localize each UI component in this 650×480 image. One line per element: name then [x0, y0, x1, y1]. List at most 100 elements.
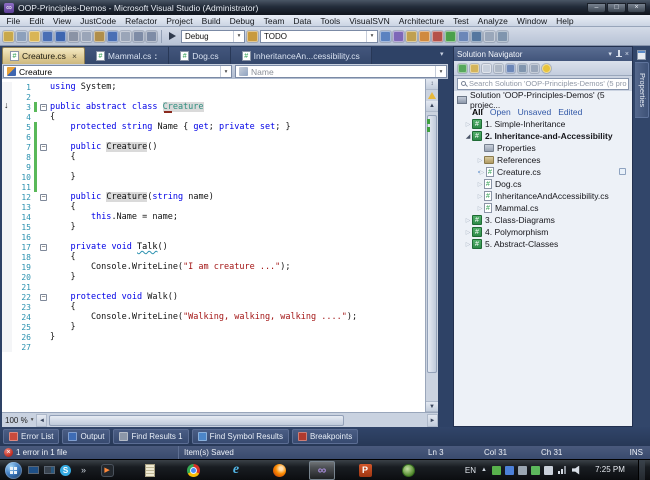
navigate-backward-icon[interactable]	[133, 30, 144, 42]
open-file-icon[interactable]	[29, 30, 40, 42]
collapse-region-icon[interactable]: −	[40, 293, 47, 301]
error-count-text[interactable]: 1 error in 1 file	[16, 448, 67, 457]
taskbar-app-chrome[interactable]	[180, 461, 206, 480]
tree-item-creature-cs[interactable]: ▷ # Creature.cs	[454, 166, 632, 178]
menu-item-help[interactable]: Help	[552, 15, 578, 27]
taskbar-app-internet-explorer[interactable]: e	[223, 461, 249, 480]
panel-tab-find-symbol-results[interactable]: Find Symbol Results	[191, 429, 289, 444]
tab-mammal-cs[interactable]: # Mammal.cs:	[84, 47, 170, 64]
tree-item-dog-cs[interactable]: ▷ # Dog.cs	[454, 178, 632, 190]
tree-item-mammal-cs[interactable]: ▷ # Mammal.cs	[454, 202, 632, 214]
code-line[interactable]: 25 }	[2, 322, 425, 332]
collapse-region-icon[interactable]: −	[40, 193, 47, 201]
taskbar-app-powerpoint[interactable]: P	[352, 461, 378, 480]
code-line[interactable]: 9	[2, 162, 425, 172]
code-line[interactable]: 13 {	[2, 202, 425, 212]
tab-inheritancean-cessibility-cs[interactable]: # InheritanceAn...cessibility.cs	[230, 47, 372, 64]
feedback-smiley-icon[interactable]	[542, 63, 551, 73]
add-item-icon[interactable]	[16, 30, 27, 42]
taskbar-app-notepad[interactable]	[137, 461, 163, 480]
expander-collapsed-icon[interactable]: ▷	[476, 205, 484, 212]
tree-item-2-inheritance-and-accessibility[interactable]: ◢ #2. Inheritance-and-Accessibility	[454, 130, 632, 142]
tray-clipboard-icon[interactable]	[544, 465, 553, 475]
save-all-icon[interactable]	[55, 30, 66, 42]
menu-item-debug[interactable]: Debug	[225, 15, 259, 27]
network-icon[interactable]	[558, 466, 567, 474]
tray-shield-icon[interactable]	[531, 465, 540, 475]
paste-icon[interactable]	[94, 30, 105, 42]
code-line[interactable]: 16	[2, 232, 425, 242]
format-icon[interactable]	[484, 30, 495, 42]
clock[interactable]: 7:25 PM	[587, 465, 633, 475]
tray-display-icon[interactable]	[518, 465, 527, 475]
code-line[interactable]: 7 − public Creature()	[2, 142, 425, 152]
panel-tab-breakpoints[interactable]: Breakpoints	[291, 429, 359, 444]
expander-collapsed-icon[interactable]: ▷	[476, 193, 484, 200]
auto-hide-pin-icon[interactable]	[615, 49, 622, 59]
code-line[interactable]: 1 using System;	[2, 82, 425, 92]
expander-collapsed-icon[interactable]: ▷	[476, 157, 484, 164]
undo-icon[interactable]	[107, 30, 118, 42]
tree-item-references[interactable]: ▷ References	[454, 154, 632, 166]
show-hidden-icons[interactable]: ▲	[481, 467, 487, 473]
collapse-region-icon[interactable]: −	[40, 143, 47, 151]
code-line[interactable]: 19 Console.WriteLine("I am creature ..."…	[2, 262, 425, 272]
types-dropdown[interactable]: Creature ▾	[3, 65, 232, 78]
menu-item-tools[interactable]: Tools	[316, 15, 345, 27]
filter-open[interactable]: Open	[490, 107, 511, 117]
server-explorer-icon[interactable]	[406, 30, 417, 42]
cut-icon[interactable]	[68, 30, 79, 42]
taskbar-app-media-player[interactable]: ▶	[94, 461, 120, 480]
menu-item-file[interactable]: File	[2, 15, 25, 27]
tray-app-blue-icon[interactable]	[505, 465, 514, 475]
navigate-forward-icon[interactable]	[146, 30, 157, 42]
toolbox-icon[interactable]	[419, 30, 430, 42]
code-line[interactable]: 21	[2, 282, 425, 292]
todo-comment-icon[interactable]	[247, 30, 258, 42]
members-dropdown[interactable]: Name ▾	[235, 65, 447, 78]
horizontal-scroll-track[interactable]	[48, 414, 426, 427]
menu-item-project[interactable]: Project	[162, 15, 197, 27]
search-solution-input[interactable]: Search Solution 'OOP-Principles-Demos' (…	[457, 77, 629, 90]
panel-tab-output[interactable]: Output	[62, 429, 111, 444]
window-position-icon[interactable]: ▾	[608, 50, 612, 59]
collapse-all-icon[interactable]	[482, 63, 491, 73]
tab-overflow-icon[interactable]: ▾	[440, 50, 444, 58]
menu-item-window[interactable]: Window	[512, 15, 551, 27]
menu-item-data[interactable]: Data	[289, 15, 316, 27]
menu-item-architecture[interactable]: Architecture	[394, 15, 448, 27]
collapse-region-icon[interactable]: −	[40, 243, 47, 251]
code-line[interactable]: 23 {	[2, 302, 425, 312]
menu-item-team[interactable]: Team	[259, 15, 289, 27]
tab-dog-cs[interactable]: # Dog.cs	[169, 47, 231, 64]
code-line[interactable]: 8 {	[2, 152, 425, 162]
code-line[interactable]: 18 {	[2, 252, 425, 262]
menu-item-build[interactable]: Build	[197, 15, 225, 27]
tab-properties[interactable]: Properties	[635, 62, 649, 118]
solution-navigator-header[interactable]: Solution Navigator ▾ ×	[454, 47, 632, 61]
expander-collapsed-icon[interactable]: ▷	[464, 217, 472, 224]
code-line[interactable]: 10 }	[2, 172, 425, 182]
tree-item-solution[interactable]: Solution 'OOP-Principles-Demos' (5 proje…	[454, 91, 632, 110]
zoom-level-dropdown[interactable]: 100 %	[2, 416, 31, 425]
menu-item-visualsvn[interactable]: VisualSVN	[345, 15, 394, 27]
preview-icon[interactable]	[506, 63, 515, 73]
solution-explorer-icon[interactable]	[380, 30, 391, 42]
breakpoint-margin-arrow-icon[interactable]: ↓	[4, 100, 9, 110]
filter-edited[interactable]: Edited	[558, 107, 582, 117]
taskbar-app-camtasia[interactable]	[395, 461, 421, 480]
code-line[interactable]: 6	[2, 132, 425, 142]
skype-icon[interactable]: S	[60, 464, 71, 476]
view-code-icon[interactable]	[518, 63, 527, 73]
code-line[interactable]: 3 − public abstract class Creature	[2, 102, 425, 112]
tree-item-5-abstract-classes[interactable]: ▷ #5. Abstract-Classes	[454, 238, 632, 250]
extensions-icon[interactable]	[432, 30, 443, 42]
code-line[interactable]: 17 − private void Talk()	[2, 242, 425, 252]
volume-icon[interactable]	[572, 465, 580, 475]
menu-item-analyze[interactable]: Analyze	[473, 15, 512, 27]
code-line[interactable]: 5 protected string Name { get; private s…	[2, 122, 425, 132]
maximize-button[interactable]: □	[607, 2, 626, 13]
expander-collapsed-icon[interactable]: ▷	[464, 121, 472, 128]
search-settings-icon[interactable]	[530, 63, 539, 73]
filter-all[interactable]: All	[472, 107, 483, 117]
